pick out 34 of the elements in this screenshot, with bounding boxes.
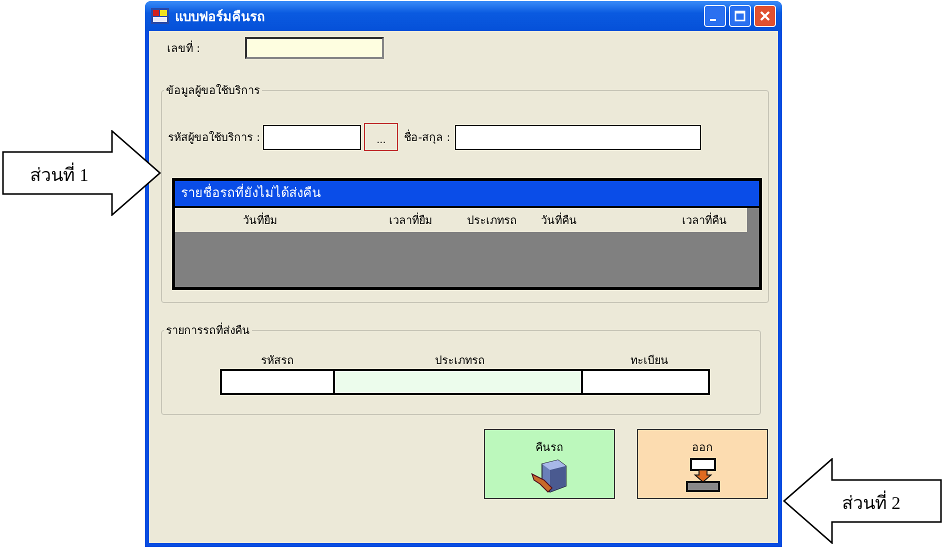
column-header[interactable]: เวลาที่ยืม xyxy=(285,211,440,229)
input-field[interactable] xyxy=(581,369,710,395)
name-field[interactable] xyxy=(455,124,702,150)
input-field[interactable] xyxy=(220,369,335,395)
maximize-button[interactable] xyxy=(729,5,751,27)
return-button[interactable]: คืนรถ xyxy=(484,429,615,499)
column-label: ทะเบียน xyxy=(630,353,670,369)
group-title: รายการรถที่ส่งคืน xyxy=(165,322,251,339)
close-button[interactable] xyxy=(754,5,776,27)
customer-id-field[interactable] xyxy=(263,124,362,150)
exit-button[interactable]: ออก xyxy=(637,429,768,499)
column-label: รหัสรถ xyxy=(260,353,295,369)
column-header[interactable]: วันที่คืน xyxy=(525,211,585,229)
form-icon xyxy=(151,8,169,24)
input-field[interactable] xyxy=(333,369,583,395)
minimize-icon xyxy=(710,19,716,21)
callout-label: ส่วนที่ 2 xyxy=(842,488,900,517)
column-header[interactable]: วันที่ยืม xyxy=(175,211,285,229)
column-header[interactable]: ประเภทรถ xyxy=(440,211,525,229)
minimize-button[interactable] xyxy=(704,5,726,27)
drive-arrow-icon xyxy=(684,458,720,492)
close-icon xyxy=(759,10,771,22)
number-field[interactable] xyxy=(245,37,384,59)
group-title: ข้อมูลผู้ขอใช้บริการ xyxy=(165,83,261,99)
browse-button[interactable]: ... xyxy=(364,123,398,151)
maximize-icon xyxy=(734,10,746,22)
number-label: เลขที่ : xyxy=(167,40,200,57)
callout-label: ส่วนที่ 1 xyxy=(30,160,88,189)
customer-id-label: รหัสผู้ขอใช้บริการ : xyxy=(168,130,260,146)
list-title: รายชื่อรถที่ยังไม่ได้ส่งคืน xyxy=(175,181,759,208)
name-label: ชื่อ-สกุล : xyxy=(404,128,450,146)
window-title: แบบฟอร์มคืนรถ xyxy=(175,8,266,26)
column-label: ประเภทรถ xyxy=(434,353,486,369)
column-header[interactable]: เวลาที่คืน xyxy=(585,211,735,229)
